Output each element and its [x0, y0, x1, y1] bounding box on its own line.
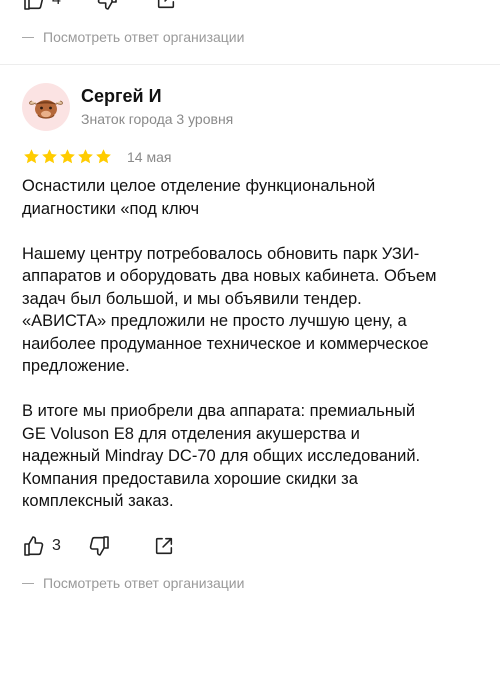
org-answer-label: Посмотреть ответ организации — [43, 575, 245, 591]
review-actions: 3 — [22, 534, 175, 558]
star-icon — [42, 149, 57, 164]
thumbs-down-icon — [89, 536, 109, 556]
yak-avatar-icon — [29, 100, 63, 119]
review-paragraph: В итоге мы приобрели два аппарата: преми… — [22, 402, 421, 510]
dash-divider — [22, 36, 34, 38]
dislike-button[interactable] — [87, 534, 111, 558]
star-icon — [24, 149, 39, 164]
thumbs-up-icon — [24, 0, 44, 10]
review-divider — [0, 64, 500, 65]
prev-dislike-button[interactable] — [95, 0, 119, 12]
author-name[interactable]: Сергей И — [81, 86, 162, 107]
share-icon — [157, 0, 175, 9]
thumbs-up-icon — [24, 536, 44, 556]
review-date: 14 мая — [127, 149, 172, 165]
review-text: Оснастили целое отделение функциональной… — [22, 175, 472, 513]
author-level: Знаток города 3 уровня — [81, 111, 234, 127]
star-icon — [78, 149, 93, 164]
like-count: 3 — [52, 537, 61, 554]
prev-org-answer-label: Посмотреть ответ организации — [43, 29, 245, 45]
prev-review-actions: 4 — [22, 0, 177, 12]
prev-share-button[interactable] — [155, 0, 177, 11]
like-button[interactable]: 3 — [22, 534, 61, 558]
dash-divider — [22, 582, 34, 584]
rating-stars — [23, 148, 113, 165]
star-icon — [60, 149, 75, 164]
share-icon — [155, 537, 173, 555]
avatar[interactable] — [22, 83, 70, 131]
prev-like-count: 4 — [52, 0, 61, 9]
star-icon — [96, 149, 111, 164]
org-answer-link[interactable]: Посмотреть ответ организации — [22, 575, 244, 591]
prev-org-answer-link[interactable]: Посмотреть ответ организации — [22, 29, 244, 45]
review-paragraph: Нашему центру потребовалось обновить пар… — [22, 244, 437, 376]
share-button[interactable] — [153, 535, 175, 557]
thumbs-down-icon — [97, 0, 117, 10]
prev-like-button[interactable]: 4 — [22, 0, 61, 12]
review-paragraph: Оснастили целое отделение функциональной… — [22, 177, 376, 218]
